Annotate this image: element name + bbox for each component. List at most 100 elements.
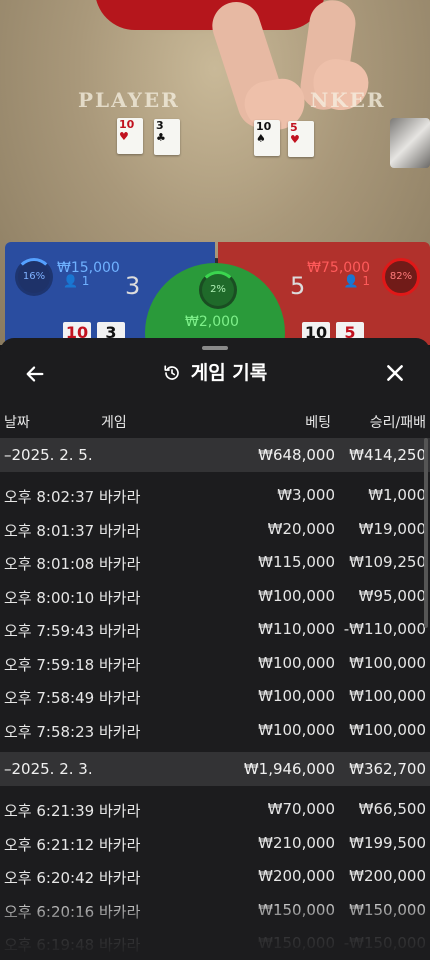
history-row[interactable]: 오후 8:01:08 바카라 ₩115,000 ₩109,250 [0, 545, 430, 579]
row-bet: ₩100,000 [258, 653, 335, 672]
player-percent: 16% [15, 258, 53, 296]
row-time: 오후 7:59:18 [4, 655, 95, 674]
row-game: 바카라 [99, 722, 141, 741]
row-game: 바카라 [99, 802, 141, 820]
table-banker-label: NKER [310, 88, 386, 112]
sheet-title: 게임 기록 [0, 356, 430, 390]
row-time: 오후 6:20:42 [4, 869, 95, 887]
card-suit: ♥ [290, 133, 300, 146]
row-win-loss: ₩100,000 [349, 653, 426, 672]
row-win-loss: ₩200,000 [349, 867, 426, 885]
row-win-loss: ₩100,000 [349, 687, 426, 705]
banker-score: 5 [290, 272, 306, 300]
history-row[interactable]: 오후 7:59:43 바카라 ₩110,000 -₩110,000 [0, 612, 430, 646]
row-bet: ₩110,000 [258, 620, 335, 638]
row-bet: ₩100,000 [258, 720, 335, 739]
row-game: 바카라 [99, 555, 141, 573]
row-game: 바카라 [99, 588, 141, 607]
group-date: –2025. 2. 5. [4, 446, 93, 464]
row-time: 오후 7:58:49 [4, 689, 95, 707]
sheet-grabber[interactable] [202, 346, 228, 350]
close-icon [387, 365, 403, 381]
history-row[interactable]: 오후 8:02:37 바카라 ₩3,000 ₩1,000 [0, 478, 430, 512]
row-win-loss: ₩199,500 [349, 833, 426, 852]
history-icon [164, 365, 179, 380]
row-time: 오후 6:21:12 [4, 835, 95, 854]
row-game: 바카라 [99, 689, 141, 707]
column-game: 게임 [101, 415, 127, 431]
row-time: 오후 8:01:37 [4, 521, 95, 540]
banker-count: 👤 1 [344, 274, 370, 288]
sheet-header: 게임 기록 [0, 356, 430, 390]
row-win-loss: -₩110,000 [343, 620, 426, 638]
history-row[interactable]: 오후 6:21:39 바카라 ₩70,000 ₩66,500 [0, 792, 430, 826]
history-row[interactable]: 오후 7:58:23 바카라 ₩100,000 ₩100,000 [0, 713, 430, 747]
column-bet: 베팅 [305, 415, 331, 431]
player-count-value: 1 [81, 274, 90, 288]
column-header-row: 날짜 게임 베팅 승리/패배 [0, 408, 430, 434]
banker-count-value: 1 [362, 274, 370, 288]
list-fade [0, 898, 430, 960]
row-bet: ₩100,000 [258, 586, 335, 605]
row-bet: ₩200,000 [258, 867, 335, 885]
group-bet-total: ₩648,000 [258, 446, 335, 464]
history-row[interactable]: 오후 6:21:12 바카라 ₩210,000 ₩199,500 [0, 826, 430, 860]
banker-card: 5 ♥ [288, 121, 314, 157]
row-win-loss: ₩1,000 [368, 486, 426, 504]
group-win-total: ₩414,250 [349, 446, 426, 464]
row-game: 바카라 [99, 622, 141, 640]
row-time: 오후 8:01:08 [4, 555, 95, 573]
history-row[interactable]: 오후 7:58:49 바카라 ₩100,000 ₩100,000 [0, 679, 430, 713]
group-date: –2025. 2. 3. [4, 760, 93, 778]
row-game: 바카라 [99, 655, 141, 674]
row-time: 오후 8:02:37 [4, 488, 95, 506]
row-time: 오후 6:21:39 [4, 802, 95, 820]
row-bet: ₩210,000 [258, 833, 335, 852]
close-button[interactable] [378, 356, 412, 390]
banker-card: 10 ♠ [254, 120, 280, 156]
row-win-loss: ₩66,500 [358, 800, 426, 818]
row-bet: ₩70,000 [267, 800, 335, 818]
player-count: 👤 1 [63, 274, 89, 288]
history-list[interactable]: –2025. 2. 5. ₩648,000 ₩414,250 오후 8:02:37 바카… [0, 438, 430, 960]
row-win-loss: ₩95,000 [358, 586, 426, 605]
row-bet: ₩3,000 [277, 486, 335, 504]
history-row[interactable]: 오후 7:59:18 바카라 ₩100,000 ₩100,000 [0, 646, 430, 680]
history-row[interactable]: 오후 6:20:42 바카라 ₩200,000 ₩200,000 [0, 859, 430, 893]
group-win-total: ₩362,700 [349, 760, 426, 778]
row-bet: ₩100,000 [258, 687, 335, 705]
row-time: 오후 7:59:43 [4, 622, 95, 640]
row-bet: ₩20,000 [267, 519, 335, 538]
date-group-header[interactable]: –2025. 2. 3. ₩1,946,000 ₩362,700 [0, 752, 430, 786]
player-score: 3 [125, 272, 141, 300]
row-win-loss: ₩100,000 [349, 720, 426, 739]
row-time: 오후 8:00:10 [4, 588, 95, 607]
tie-percent: 2% [199, 271, 237, 309]
dealer [95, 0, 325, 30]
person-icon: 👤 [63, 274, 78, 288]
tie-bet-amount: ₩2,000 [185, 314, 239, 330]
history-row[interactable]: 오후 8:01:37 바카라 ₩20,000 ₩19,000 [0, 512, 430, 546]
table-player-label: PLAYER [78, 88, 180, 112]
column-date: 날짜 [4, 415, 30, 431]
row-game: 바카라 [99, 835, 141, 854]
row-game: 바카라 [99, 488, 141, 506]
card-suit: ♥ [119, 130, 129, 143]
row-win-loss: ₩109,250 [349, 553, 426, 571]
person-icon: 👤 [343, 274, 359, 288]
card-shoe [390, 118, 430, 168]
history-row[interactable]: 오후 8:00:10 바카라 ₩100,000 ₩95,000 [0, 579, 430, 613]
card-suit: ♣ [156, 131, 166, 144]
scrollbar[interactable] [424, 438, 428, 628]
row-bet: ₩115,000 [258, 553, 335, 571]
card-suit: ♠ [256, 132, 266, 145]
row-time: 오후 7:58:23 [4, 722, 95, 741]
date-group-header[interactable]: –2025. 2. 5. ₩648,000 ₩414,250 [0, 438, 430, 472]
row-win-loss: ₩19,000 [358, 519, 426, 538]
player-card: 3 ♣ [154, 119, 180, 155]
title-text: 게임 기록 [190, 362, 268, 384]
game-history-sheet: 게임 기록 날짜 게임 베팅 승리/패배 –2025. 2. 5. ₩648,00… [0, 338, 430, 960]
group-bet-total: ₩1,946,000 [243, 760, 335, 778]
player-card: 10 ♥ [117, 118, 143, 154]
column-win-loss: 승리/패배 [369, 415, 426, 431]
